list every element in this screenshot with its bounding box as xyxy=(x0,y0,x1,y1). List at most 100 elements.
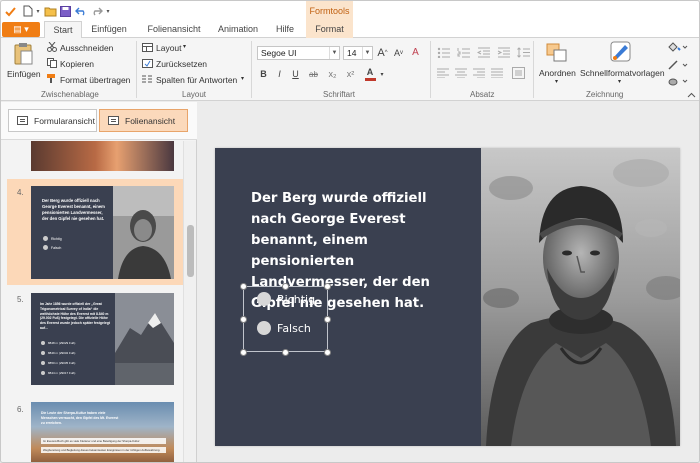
arrange-dropdown-icon[interactable]: ▾ xyxy=(555,78,558,85)
thumbnail-option: Im Everest-Buch gibt es viele Kletterer … xyxy=(41,438,166,444)
decrease-indent-icon[interactable] xyxy=(476,47,491,60)
thumbnail-option: Richtig xyxy=(43,236,62,241)
arrange-icon[interactable] xyxy=(546,43,568,65)
resize-handle[interactable] xyxy=(240,349,247,356)
thumbnail-option: Falsch xyxy=(43,245,61,250)
copy-button[interactable]: Kopieren xyxy=(60,59,94,69)
font-name-select[interactable]: Segoe UI ▼ xyxy=(257,46,340,60)
underline-button[interactable]: U xyxy=(289,67,302,81)
radio-icon xyxy=(41,371,45,375)
tab-einfuegen[interactable]: Einfügen xyxy=(85,21,133,38)
vertical-align-icon[interactable] xyxy=(512,67,526,81)
shape-fill-icon[interactable] xyxy=(668,42,688,55)
open-folder-icon[interactable] xyxy=(43,4,57,18)
resize-handle[interactable] xyxy=(240,316,247,323)
new-dropdown-icon[interactable]: ▾ xyxy=(34,4,42,18)
cut-button[interactable]: Ausschneiden xyxy=(60,43,113,53)
font-color-dropdown-icon[interactable]: ▾ xyxy=(378,67,386,81)
group-label-layout: Layout xyxy=(182,90,207,99)
subscript-button[interactable]: x₂ xyxy=(325,67,340,81)
columns-dropdown-icon[interactable]: ▾ xyxy=(241,75,244,82)
new-file-icon[interactable] xyxy=(21,4,35,18)
quick-styles-dropdown-icon[interactable]: ▾ xyxy=(618,78,621,85)
redo-icon[interactable] xyxy=(90,4,104,18)
tab-format[interactable]: Format xyxy=(306,21,353,38)
align-right-icon[interactable] xyxy=(473,68,485,80)
justify-icon[interactable] xyxy=(491,68,503,80)
arrange-button[interactable]: Anordnen xyxy=(539,68,576,78)
tab-folienansicht[interactable]: Folienansicht xyxy=(139,21,209,38)
form-view-button[interactable]: Formularansicht xyxy=(8,109,97,132)
customize-toolbar-icon[interactable]: ▾ xyxy=(104,4,112,18)
thumbnail-option-label: Falsch xyxy=(51,245,62,250)
columns-button[interactable]: Spalten für Antworten xyxy=(156,75,237,85)
group-divider xyxy=(430,41,431,98)
grow-font-button[interactable]: A ^ xyxy=(375,45,390,60)
contextual-tab-formtools: Formtools xyxy=(306,1,353,21)
slide-thumbnail[interactable]: Die Leute der Sherpa-Kultur haben viele … xyxy=(31,402,174,462)
numbered-list-icon[interactable] xyxy=(457,47,471,60)
reset-icon xyxy=(142,59,153,70)
thumbnail-scrollbar[interactable] xyxy=(183,141,196,462)
format-painter-button[interactable]: Format übertragen xyxy=(60,75,130,85)
format-painter-icon xyxy=(47,74,58,86)
slide-thumbnail-list: 4. Der Berg wurde offiziell nach George … xyxy=(1,141,183,462)
clear-format-button[interactable]: A xyxy=(408,45,423,60)
radio-icon xyxy=(41,351,45,355)
slide-thumbnail[interactable]: Der Berg wurde offiziell nach George Eve… xyxy=(31,186,174,279)
resize-handle[interactable] xyxy=(324,283,331,290)
radio-icon[interactable] xyxy=(257,321,271,335)
answer-option[interactable]: Richtig xyxy=(257,292,315,306)
increase-indent-icon[interactable] xyxy=(497,47,511,60)
resize-handle[interactable] xyxy=(282,283,289,290)
file-menu-button[interactable]: ▤ ▾ xyxy=(2,22,40,37)
resize-handle[interactable] xyxy=(324,316,331,323)
slide-canvas: Der Berg wurde offiziell nach George Eve… xyxy=(215,148,680,446)
layout-dropdown-icon[interactable]: ▾ xyxy=(183,43,186,50)
align-center-icon[interactable] xyxy=(455,68,467,80)
thumbnail-question-text: Im Jahr 1856 wurde offiziell der „Great … xyxy=(40,302,110,330)
superscript-button[interactable]: x² xyxy=(343,67,358,81)
line-spacing-icon[interactable] xyxy=(517,47,531,60)
thumbnail-option: Wegbereitung und Begleitung dieses bekan… xyxy=(41,447,166,453)
layout-button[interactable]: Layout xyxy=(156,43,182,53)
radio-icon xyxy=(43,245,48,250)
quick-styles-button[interactable]: Schnellformatvorlagen xyxy=(580,68,665,78)
shape-effects-icon[interactable] xyxy=(668,76,688,89)
scrollbar-thumb[interactable] xyxy=(187,225,194,277)
resize-handle[interactable] xyxy=(324,349,331,356)
reset-button[interactable]: Zurücksetzen xyxy=(156,59,207,69)
font-color-button[interactable]: A xyxy=(363,66,377,82)
paste-icon[interactable] xyxy=(12,42,34,68)
resize-handle[interactable] xyxy=(240,283,247,290)
shape-outline-icon[interactable] xyxy=(668,60,688,73)
quick-styles-icon[interactable] xyxy=(610,41,632,67)
clear-format-label: A xyxy=(412,47,419,58)
shrink-font-button[interactable]: Av xyxy=(391,45,406,60)
slide-thumbnail[interactable] xyxy=(31,141,174,171)
radio-icon[interactable] xyxy=(257,292,271,306)
align-left-icon[interactable] xyxy=(437,68,449,80)
paste-button[interactable]: Einfügen xyxy=(7,69,41,79)
bullet-list-icon[interactable] xyxy=(437,47,451,60)
collapse-ribbon-icon[interactable] xyxy=(687,90,696,100)
resize-handle[interactable] xyxy=(282,349,289,356)
tab-hilfe[interactable]: Hilfe xyxy=(266,21,304,38)
answer-option[interactable]: Falsch xyxy=(257,321,311,335)
save-icon[interactable] xyxy=(58,4,72,18)
font-name-value: Segoe UI xyxy=(261,48,297,58)
italic-button[interactable]: I xyxy=(273,67,286,81)
bold-button[interactable]: B xyxy=(257,67,270,81)
slide-thumbnail[interactable]: Im Jahr 1856 wurde offiziell der „Great … xyxy=(31,293,174,385)
form-view-label: Formularansicht xyxy=(34,115,95,126)
slide-view-button[interactable]: Folienansicht xyxy=(99,109,188,132)
undo-icon[interactable] xyxy=(74,4,88,18)
ribbon-tabs: ▤ ▾ Start Einfügen Folienansicht Animati… xyxy=(1,21,699,39)
tab-animation[interactable]: Animation xyxy=(213,21,263,38)
strikethrough-button[interactable]: ab xyxy=(306,67,321,81)
font-size-select[interactable]: 14 ▼ xyxy=(343,46,373,60)
tab-start[interactable]: Start xyxy=(44,21,82,39)
title-bar: ▾ ▾ Formtools xyxy=(1,1,699,21)
layout-icon xyxy=(142,43,153,54)
thumbnail-option-label: 8849 m (29032 Fuß) xyxy=(48,351,76,355)
